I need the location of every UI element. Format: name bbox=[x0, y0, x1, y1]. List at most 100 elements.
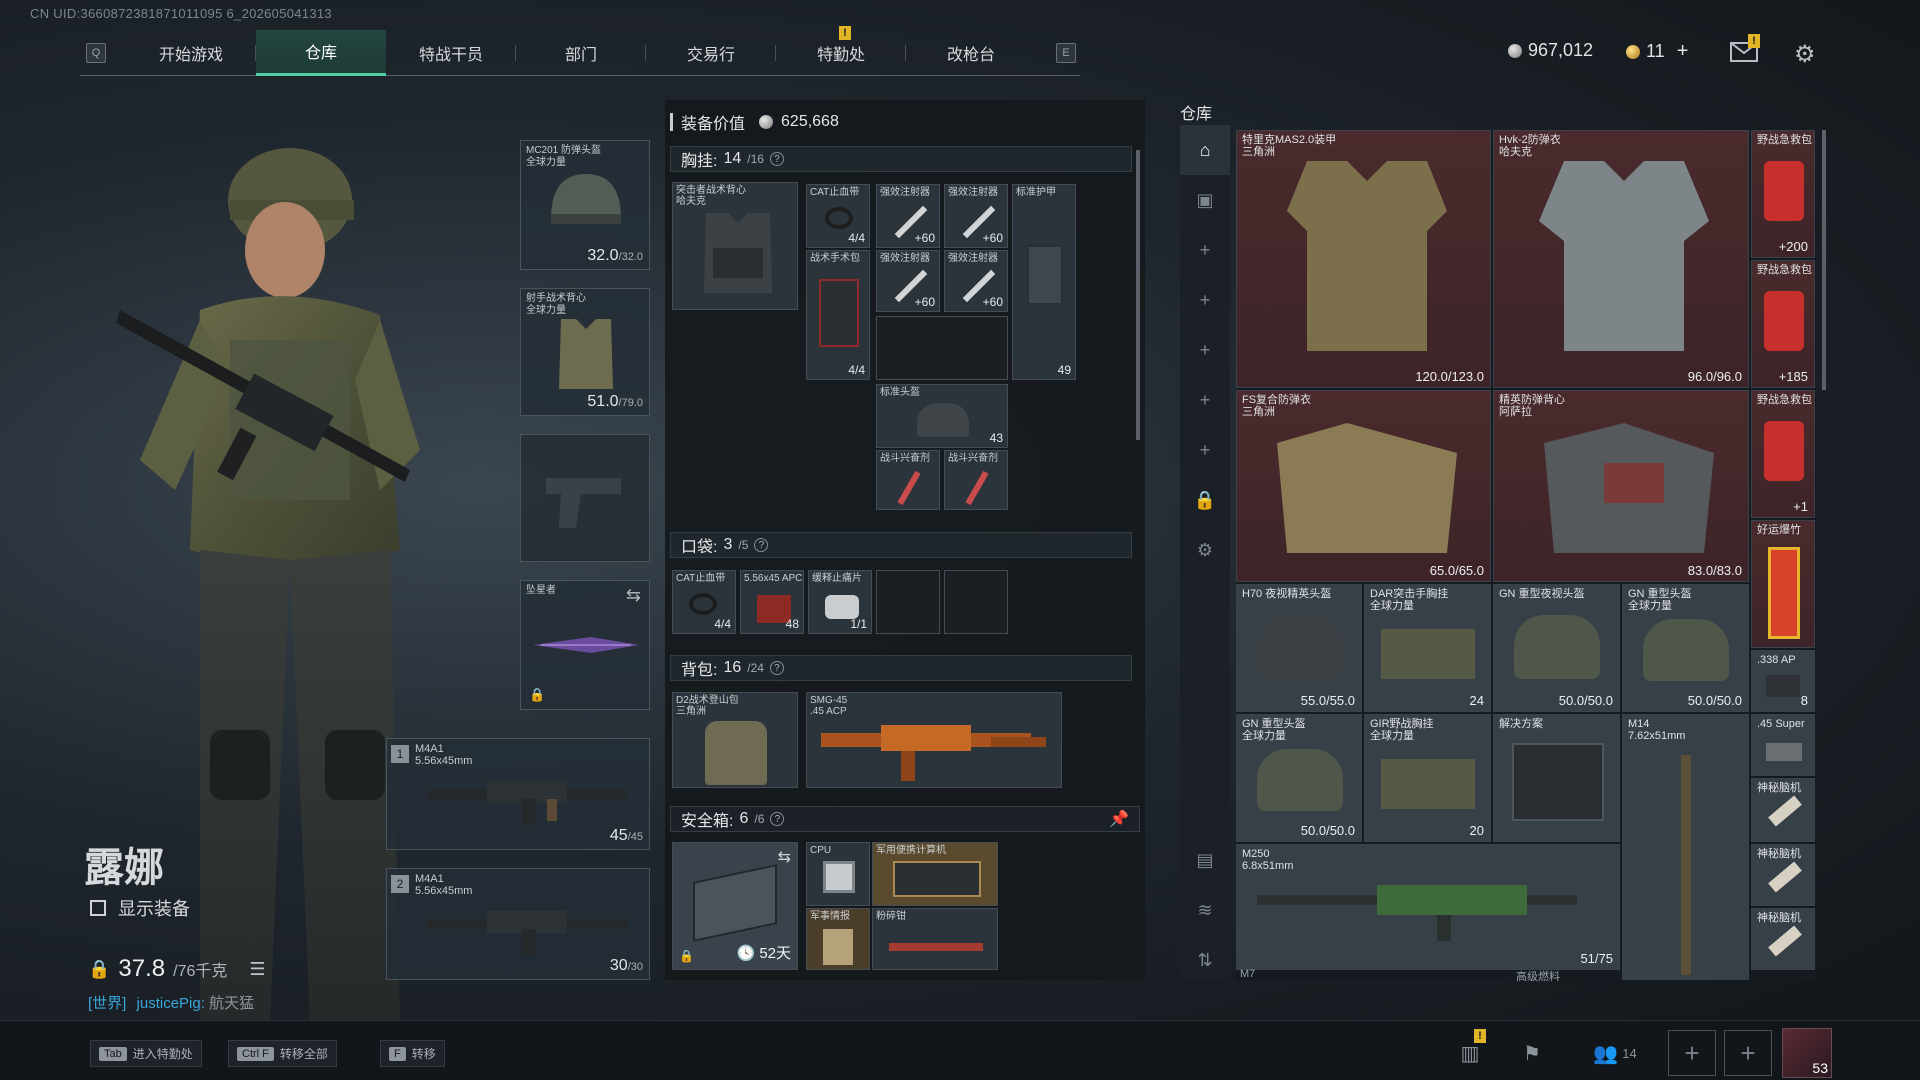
safebox-item-cutter[interactable]: 粉碎钳 bbox=[872, 908, 998, 970]
item-name: H70 夜视精英头盔 bbox=[1242, 588, 1332, 600]
safebox-item-intel[interactable]: 军事情报 bbox=[806, 908, 870, 970]
pocket-empty-slot[interactable] bbox=[944, 570, 1008, 634]
warehouse-item[interactable]: DAR突击手胸挂 全球力量 24 bbox=[1364, 584, 1491, 712]
settings-gear-icon[interactable]: ⚙ bbox=[1180, 525, 1230, 575]
squad-button[interactable]: 👥 14 bbox=[1580, 1035, 1650, 1071]
warehouse-item[interactable]: 特里克MAS2.0装甲 三角洲 120.0/123.0 bbox=[1236, 130, 1491, 388]
equipment-value: 装备价值 625,668 bbox=[670, 110, 839, 134]
warehouse-item[interactable]: 解决方案 bbox=[1493, 714, 1620, 842]
primary-weapon-1-slot[interactable]: 1 M4A1 5.56x45mm 45/45 bbox=[386, 738, 650, 850]
backpack-item-smg[interactable]: SMG-45.45 ACP bbox=[806, 692, 1062, 788]
tab-trade[interactable]: 交易行 bbox=[646, 30, 776, 76]
safebox-item-computer[interactable]: 军用便携计算机 bbox=[872, 842, 998, 906]
warehouse-item[interactable]: H70 夜视精英头盔 55.0/55.0 bbox=[1236, 584, 1362, 712]
chest-item-injector[interactable]: 强效注射器 +60 bbox=[876, 250, 940, 312]
pocket-item-ammo[interactable]: 5.56x45 APC 48 bbox=[740, 570, 804, 634]
pin-icon[interactable]: 📌 bbox=[1109, 809, 1129, 829]
chat-user[interactable]: justicePig: bbox=[137, 995, 205, 1012]
pocket-item-tourniquet[interactable]: CAT止血带 4/4 bbox=[672, 570, 736, 634]
warehouse-item[interactable]: .338 AP 8 bbox=[1751, 650, 1815, 712]
list-icon[interactable]: ☰ bbox=[249, 959, 265, 980]
backpack-icon bbox=[705, 721, 767, 785]
warehouse-item[interactable]: GN 重型头盔 全球力量 50.0/50.0 bbox=[1622, 584, 1749, 712]
add-page-icon[interactable]: + bbox=[1180, 325, 1230, 375]
pistol-slot[interactable] bbox=[520, 434, 650, 562]
middle-scrollbar[interactable] bbox=[1136, 150, 1140, 440]
pocket-item-painkiller[interactable]: 缓释止痛片 1/1 bbox=[808, 570, 872, 634]
chest-item-tourniquet[interactable]: CAT止血带 4/4 bbox=[806, 184, 870, 248]
warehouse-item[interactable]: GN 重型头盔 全球力量 50.0/50.0 bbox=[1236, 714, 1362, 842]
add-page-icon[interactable]: + bbox=[1180, 375, 1230, 425]
stats-chart-icon[interactable]: ▥ ! bbox=[1450, 1029, 1490, 1071]
warehouse-item[interactable]: M250 6.8x51mm 51/75 bbox=[1236, 844, 1620, 970]
warehouse-scrollbar[interactable] bbox=[1822, 130, 1826, 390]
help-icon[interactable]: ? bbox=[769, 152, 784, 166]
tab-warehouse[interactable]: 仓库 bbox=[256, 29, 386, 76]
help-icon[interactable]: ? bbox=[754, 538, 769, 552]
tab-gunsmith[interactable]: 改枪台 bbox=[906, 30, 1036, 76]
warehouse-item[interactable]: 野战急救包 +185 bbox=[1751, 260, 1815, 388]
invite-slot-button[interactable]: + bbox=[1724, 1030, 1772, 1076]
backpack-item[interactable]: D2战术登山包 三角洲 bbox=[672, 692, 798, 788]
armor-slot[interactable]: 射手战术背心 全球力量 51.0/79.0 bbox=[520, 288, 650, 416]
tab-operators[interactable]: 特战干员 bbox=[386, 30, 516, 76]
warehouse-item[interactable]: 神秘脑机 bbox=[1751, 778, 1815, 842]
chest-empty-slot[interactable] bbox=[876, 316, 1008, 380]
add-page-icon[interactable]: + bbox=[1180, 275, 1230, 325]
chest-item-helmet[interactable]: 标准头盔 43 bbox=[876, 384, 1008, 448]
invite-slot-button[interactable]: + bbox=[1668, 1030, 1716, 1076]
melee-slot[interactable]: 坠星者 ⇆ 🔒 bbox=[520, 580, 650, 710]
transfer-hotkey[interactable]: F 转移 bbox=[380, 1040, 445, 1067]
show-equipment-toggle[interactable]: 显示装备 bbox=[90, 895, 190, 921]
help-icon[interactable]: ? bbox=[770, 812, 785, 826]
enter-special-ops-hotkey[interactable]: Tab 进入特勤处 bbox=[90, 1040, 202, 1067]
primary-weapon-2-slot[interactable]: 2 M4A1 5.56x45mm 30/30 bbox=[386, 868, 650, 980]
transfer-all-hotkey[interactable]: Ctrl F 转移全部 bbox=[228, 1040, 337, 1067]
pocket-empty-slot[interactable] bbox=[876, 570, 940, 634]
warehouse-item[interactable]: 神秘脑机 bbox=[1751, 844, 1815, 906]
flag-icon[interactable]: ⚑ bbox=[1512, 1035, 1552, 1071]
chest-item-injector[interactable]: 强效注射器 +60 bbox=[944, 184, 1008, 248]
add-page-icon[interactable]: + bbox=[1180, 225, 1230, 275]
warehouse-item[interactable]: .45 Super bbox=[1751, 714, 1815, 776]
warehouse-item[interactable]: GN 重型夜视头盔 50.0/50.0 bbox=[1493, 584, 1620, 712]
help-icon[interactable]: ? bbox=[769, 661, 784, 675]
warehouse-item[interactable]: 好运爆竹 bbox=[1751, 520, 1815, 648]
warehouse-item[interactable]: GIR野战胸挂 全球力量 20 bbox=[1364, 714, 1491, 842]
chest-rig-item[interactable]: 突击者战术背心 哈夫克 bbox=[672, 182, 798, 310]
warehouse-item[interactable]: FS复合防弹衣 三角洲 65.0/65.0 bbox=[1236, 390, 1491, 582]
chest-item-injector[interactable]: 强效注射器 +60 bbox=[944, 250, 1008, 312]
mail-icon[interactable]: ! bbox=[1730, 34, 1760, 62]
add-gold-button[interactable]: + bbox=[1677, 40, 1689, 63]
show-equipment-checkbox[interactable] bbox=[90, 900, 106, 916]
warehouse-item[interactable]: M14 7.62x51mm bbox=[1622, 714, 1749, 980]
warehouse-item[interactable]: 神秘脑机 bbox=[1751, 908, 1815, 970]
tab-special-ops[interactable]: 特勤处 ! bbox=[776, 25, 906, 76]
tab-start-game[interactable]: 开始游戏 bbox=[126, 30, 256, 76]
warehouse-gallery-icon[interactable]: ▣ bbox=[1180, 175, 1230, 225]
layers-icon[interactable]: ≋ bbox=[1180, 885, 1230, 935]
item-name: 军用便携计算机 bbox=[876, 845, 946, 856]
safebox-item-cpu[interactable]: CPU bbox=[806, 842, 870, 906]
warehouse-item[interactable]: 精英防弹背心 阿萨拉 83.0/83.0 bbox=[1493, 390, 1749, 582]
sort-icon[interactable]: ⇅ bbox=[1180, 935, 1230, 985]
settings-gear-icon[interactable]: ⚙ bbox=[1794, 40, 1816, 69]
chest-item-armor-plate[interactable]: 标准护甲 49 bbox=[1012, 184, 1076, 380]
add-page-icon[interactable]: + bbox=[1180, 425, 1230, 475]
warehouse-home-icon[interactable]: ⌂ bbox=[1180, 125, 1230, 175]
warehouse-item[interactable]: 野战急救包 +1 bbox=[1751, 390, 1815, 518]
warehouse-item[interactable]: 野战急救包 +200 bbox=[1751, 130, 1815, 258]
lock-icon[interactable]: 🔒 bbox=[1180, 475, 1230, 525]
warehouse-item[interactable]: Hvk-2防弹衣 哈夫克 96.0/96.0 bbox=[1493, 130, 1749, 388]
tab-department[interactable]: 部门 bbox=[516, 30, 646, 76]
chest-item-injector[interactable]: 强效注射器 +60 bbox=[876, 184, 940, 248]
avatar[interactable]: 53 bbox=[1782, 1028, 1832, 1078]
chest-item-surgery-kit[interactable]: 战术手术包 4/4 bbox=[806, 250, 870, 380]
chest-item-stimulant[interactable]: 战斗兴奋剂 bbox=[876, 450, 940, 510]
chest-item-stimulant[interactable]: 战斗兴奋剂 bbox=[944, 450, 1008, 510]
helmet-slot[interactable]: MC201 防弹头盔 全球力量 32.0/32.0 bbox=[520, 140, 650, 270]
swap-icon[interactable]: ⇆ bbox=[778, 847, 791, 867]
safebox-container[interactable]: ⇆ 🔒 🕓 52天 bbox=[672, 842, 798, 970]
id-card-icon[interactable]: ▤ bbox=[1180, 835, 1230, 885]
swap-icon[interactable]: ⇆ bbox=[626, 585, 641, 606]
